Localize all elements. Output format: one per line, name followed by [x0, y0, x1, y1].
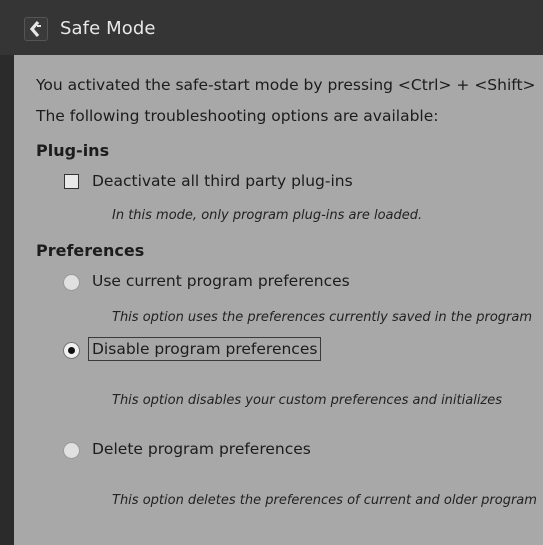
- intro-line-2: The following troubleshooting options ar…: [36, 107, 439, 125]
- cubase-logo-icon: [24, 17, 48, 41]
- radio-use-current-preferences[interactable]: [63, 274, 80, 291]
- use-current-preferences-description: This option uses the preferences current…: [112, 310, 533, 325]
- radio-selected-dot: [68, 347, 75, 354]
- delete-preferences-description: This option deletes the preferences of c…: [112, 493, 537, 508]
- radio-disable-preferences[interactable]: [63, 342, 80, 359]
- radio-delete-preferences[interactable]: [63, 442, 80, 459]
- preferences-heading: Preferences: [36, 241, 145, 260]
- safe-mode-dialog: Safe Mode You activated the safe-start m…: [0, 0, 543, 545]
- disable-preferences-description: This option disables your custom prefere…: [112, 393, 503, 408]
- disable-preferences-label[interactable]: Disable program preferences: [88, 337, 322, 361]
- title-bar: Safe Mode: [0, 0, 543, 55]
- plugins-heading: Plug-ins: [36, 141, 110, 160]
- deactivate-plugins-label[interactable]: Deactivate all third party plug-ins: [92, 172, 353, 190]
- intro-line-1: You activated the safe-start mode by pre…: [36, 76, 536, 94]
- dialog-content: You activated the safe-start mode by pre…: [14, 55, 543, 545]
- plugins-description: In this mode, only program plug-ins are …: [112, 208, 423, 223]
- delete-preferences-label[interactable]: Delete program preferences: [92, 440, 311, 458]
- window-title: Safe Mode: [60, 18, 156, 39]
- deactivate-plugins-checkbox[interactable]: [64, 174, 79, 189]
- use-current-preferences-label[interactable]: Use current program preferences: [92, 272, 350, 290]
